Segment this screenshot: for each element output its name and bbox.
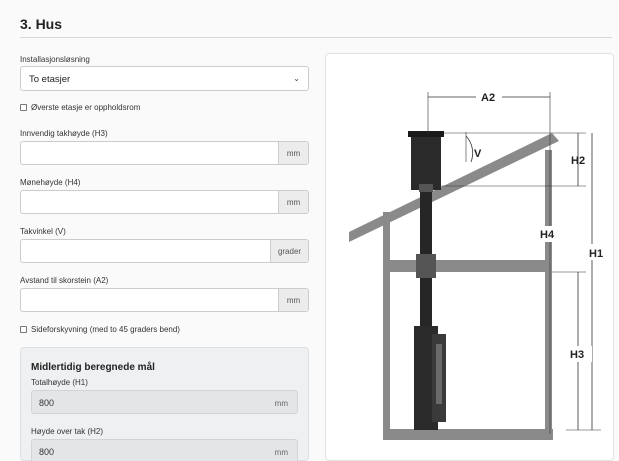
inner-ceiling-input[interactable]: mm xyxy=(20,141,309,165)
right-wall xyxy=(545,150,552,429)
section-title: 3. Hus xyxy=(20,16,63,32)
computed-panel-title: Midlertidig beregnede mål xyxy=(31,362,155,373)
ground-floor xyxy=(383,429,553,440)
ridge-height-unit: mm xyxy=(278,191,308,213)
above-roof-field: 800 mm xyxy=(31,439,298,461)
dim-label-h4: H4 xyxy=(540,229,555,241)
dim-label-h3: H3 xyxy=(570,349,584,361)
top-floor-checkbox[interactable]: Øverste etasje er oppholdsrom xyxy=(20,103,140,112)
dim-label-h2: H2 xyxy=(571,155,585,167)
ridge-height-input[interactable]: mm xyxy=(20,190,309,214)
chevron-down-icon: ⌄ xyxy=(293,74,300,83)
roof-angle-input[interactable]: grader xyxy=(20,239,309,263)
ridge-height-label: Mønehøyde (H4) xyxy=(20,178,81,187)
above-roof-unit: mm xyxy=(274,448,288,457)
chimney-distance-unit: mm xyxy=(278,289,308,311)
inner-ceiling-unit: mm xyxy=(278,142,308,164)
dim-label-v: V xyxy=(474,148,482,160)
roof-angle-unit: grader xyxy=(270,240,308,262)
total-height-label: Totalhøyde (H1) xyxy=(31,378,88,387)
chimney-diagram: A2 V H2 H1 H4 H3 xyxy=(325,53,614,461)
installation-label: Installasjonsløsning xyxy=(20,55,90,64)
chimney-distance-label: Avstand til skorstein (A2) xyxy=(20,276,109,285)
checkbox-box[interactable] xyxy=(20,326,27,333)
left-wall xyxy=(383,212,390,429)
checkbox-box[interactable] xyxy=(20,104,27,111)
total-height-value: 800 xyxy=(39,398,55,408)
total-height-field: 800 mm xyxy=(31,390,298,414)
dim-label-h1: H1 xyxy=(589,248,603,260)
chimney-distance-input[interactable]: mm xyxy=(20,288,309,312)
installation-select[interactable]: To etasjer ⌄ xyxy=(20,66,309,91)
side-offset-checkbox[interactable]: Sideforskyvning (med to 45 graders bend) xyxy=(20,325,180,334)
installation-selected-value: To etasjer xyxy=(29,74,71,85)
dim-label-a2: A2 xyxy=(481,92,495,104)
total-height-unit: mm xyxy=(274,399,288,408)
inner-ceiling-label: Innvendig takhøyde (H3) xyxy=(20,129,108,138)
above-roof-value: 800 xyxy=(39,447,55,457)
roof-angle-label: Takvinkel (V) xyxy=(20,227,66,236)
chimney-diagram-svg: A2 V H2 H1 H4 H3 xyxy=(349,90,612,440)
top-floor-checkbox-label: Øverste etasje er oppholdsrom xyxy=(31,103,141,112)
chimney-top xyxy=(411,134,441,190)
above-roof-label: Høyde over tak (H2) xyxy=(31,427,104,436)
side-offset-checkbox-label: Sideforskyvning (med to 45 graders bend) xyxy=(31,325,180,334)
intermediate-floor xyxy=(390,260,545,272)
title-divider xyxy=(20,37,612,38)
roof-shape xyxy=(349,133,559,242)
